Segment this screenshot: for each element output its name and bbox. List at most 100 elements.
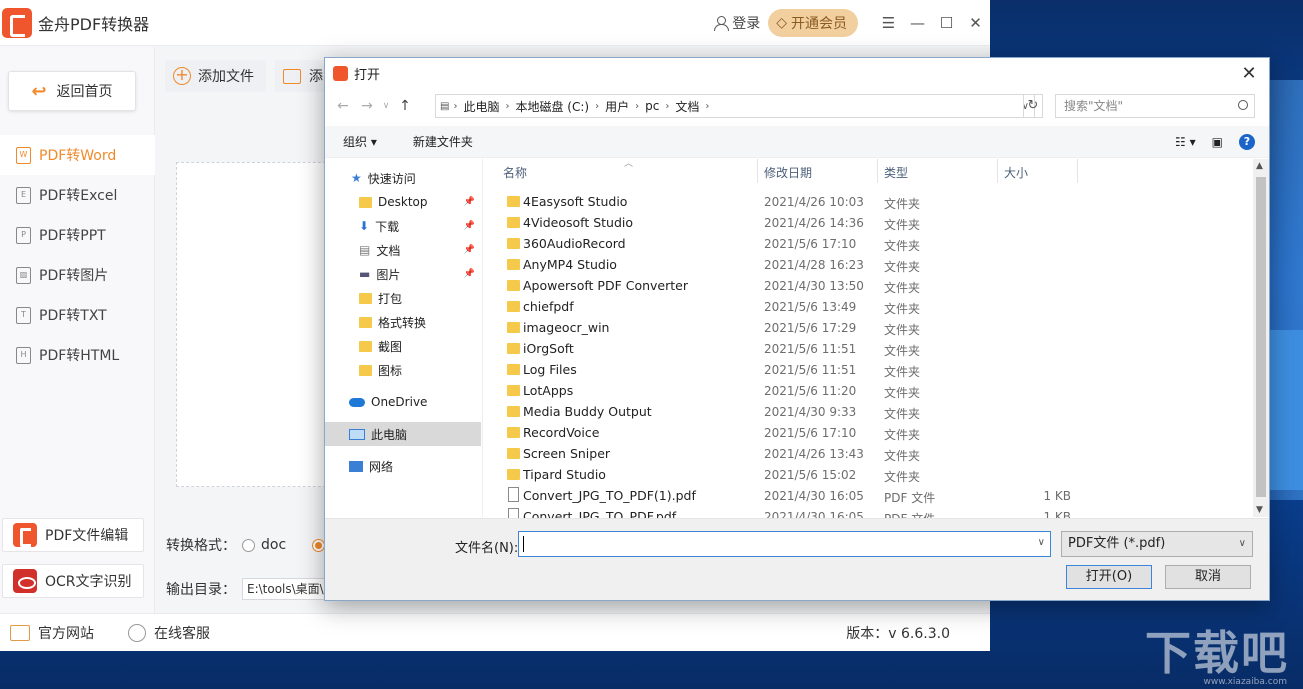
- breadcrumb-sep-icon: ›: [705, 101, 709, 112]
- file-row[interactable]: AnyMP4 Studio2021/4/28 16:23文件夹: [485, 254, 1245, 275]
- file-row[interactable]: 360AudioRecord2021/5/6 17:10文件夹: [485, 233, 1245, 254]
- breadcrumb-item[interactable]: 文档: [669, 98, 705, 115]
- forward-icon[interactable]: →: [355, 98, 379, 114]
- online-service-link[interactable]: 在线客服: [128, 623, 210, 643]
- up-icon[interactable]: ↑: [393, 98, 417, 114]
- column-divider[interactable]: [877, 159, 878, 183]
- sidebar-item-pdf-to-ppt[interactable]: P PDF转PPT: [0, 215, 155, 255]
- scrollbar-thumb[interactable]: [1256, 177, 1266, 497]
- tree-item-quick-access[interactable]: ★ 快速访问: [325, 166, 481, 190]
- file-row[interactable]: chiefpdf2021/5/6 13:49文件夹: [485, 296, 1245, 317]
- file-row[interactable]: Convert_JPG_TO_PDF(1).pdf2021/4/30 16:05…: [485, 485, 1245, 506]
- maximize-icon[interactable]: ☐: [932, 14, 961, 32]
- folder-icon: [359, 317, 372, 328]
- breadcrumb-item[interactable]: pc: [639, 99, 665, 113]
- view-options-icon[interactable]: ☷ ▾: [1175, 135, 1196, 149]
- pdf-edit-button[interactable]: PDF文件编辑: [2, 518, 144, 552]
- tree-item-folder[interactable]: 截图: [325, 334, 481, 358]
- format-radio-doc[interactable]: [242, 539, 255, 552]
- organize-button[interactable]: 组织 ▾: [325, 133, 395, 150]
- sidebar-item-pdf-to-image[interactable]: ▨ PDF转图片: [0, 255, 155, 295]
- tree-item-downloads[interactable]: ⬇ 下载 📌: [325, 214, 481, 238]
- desktop-window-glow: [1270, 330, 1303, 490]
- tree-item-folder[interactable]: 打包: [325, 286, 481, 310]
- column-size[interactable]: 大小: [1004, 164, 1028, 181]
- column-date[interactable]: 修改日期: [764, 164, 812, 181]
- pin-icon: 📌: [464, 221, 475, 231]
- tree-item-folder[interactable]: 格式转换: [325, 310, 481, 334]
- minimize-icon[interactable]: —: [903, 14, 932, 32]
- menu-icon[interactable]: ☰: [874, 14, 903, 32]
- html-doc-icon: H: [16, 347, 31, 364]
- file-row[interactable]: iOrgSoft2021/5/6 11:51文件夹: [485, 338, 1245, 359]
- file-type-select[interactable]: PDF文件 (*.pdf) ∨: [1061, 531, 1253, 557]
- new-folder-button[interactable]: 新建文件夹: [395, 133, 491, 150]
- cloud-icon: [349, 398, 365, 407]
- recent-dropdown-icon[interactable]: ∨: [379, 101, 393, 111]
- column-divider[interactable]: [997, 159, 998, 183]
- file-row[interactable]: 4Videosoft Studio2021/4/26 14:36文件夹: [485, 212, 1245, 233]
- breadcrumb-item[interactable]: 用户: [599, 98, 635, 115]
- tree-label: 文档: [376, 242, 400, 259]
- tree-item-desktop[interactable]: Desktop 📌: [325, 190, 481, 214]
- help-icon[interactable]: ?: [1239, 134, 1255, 150]
- sidebar-item-pdf-to-word[interactable]: W PDF转Word: [0, 135, 155, 175]
- file-name: RecordVoice: [523, 425, 599, 440]
- file-row[interactable]: Tipard Studio2021/5/6 15:02文件夹: [485, 464, 1245, 485]
- add-file-button[interactable]: + 添加文件: [165, 60, 266, 92]
- file-row[interactable]: RecordVoice2021/5/6 17:10文件夹: [485, 422, 1245, 443]
- file-row[interactable]: Media Buddy Output2021/4/30 9:33文件夹: [485, 401, 1245, 422]
- tree-item-network[interactable]: 网络: [325, 454, 481, 478]
- breadcrumb-item[interactable]: 本地磁盘 (C:): [509, 98, 595, 115]
- tree-item-pictures[interactable]: ▬ 图片 📌: [325, 262, 481, 286]
- file-row[interactable]: Screen Sniper2021/4/26 13:43文件夹: [485, 443, 1245, 464]
- sidebar-item-pdf-to-txt[interactable]: T PDF转TXT: [0, 295, 155, 335]
- file-type: 文件夹: [884, 321, 920, 338]
- drop-zone[interactable]: [176, 162, 336, 487]
- tree-item-documents[interactable]: ▤ 文档 📌: [325, 238, 481, 262]
- cancel-button[interactable]: 取消: [1165, 565, 1251, 589]
- tree-item-onedrive[interactable]: OneDrive: [325, 390, 481, 414]
- back-icon[interactable]: ←: [331, 98, 355, 114]
- column-name[interactable]: 名称: [503, 164, 527, 181]
- tree-item-folder[interactable]: 图标: [325, 358, 481, 382]
- breadcrumb-item[interactable]: 此电脑: [457, 98, 505, 115]
- sidebar-item-pdf-to-html[interactable]: H PDF转HTML: [0, 335, 155, 375]
- file-name: chiefpdf: [523, 299, 574, 314]
- official-site-link[interactable]: 官方网站: [10, 623, 94, 643]
- folder-icon: [359, 197, 372, 208]
- file-list-scrollbar[interactable]: ▲ ▼: [1253, 159, 1269, 517]
- home-button[interactable]: ↩ 返回首页: [8, 71, 136, 111]
- file-row[interactable]: imageocr_win2021/5/6 17:29文件夹: [485, 317, 1245, 338]
- file-row[interactable]: Apowersoft PDF Converter2021/4/30 13:50文…: [485, 275, 1245, 296]
- scroll-down-icon[interactable]: ▼: [1256, 505, 1263, 515]
- close-icon[interactable]: ✕: [961, 14, 990, 32]
- refresh-icon[interactable]: ↻: [1023, 94, 1043, 118]
- pin-icon: 📌: [464, 197, 475, 207]
- filename-dropdown-icon[interactable]: ∨: [1038, 537, 1045, 548]
- folder-icon: [507, 196, 520, 207]
- vip-button[interactable]: ◇ 开通会员: [768, 9, 858, 37]
- output-path-field[interactable]: E:\tools\桌面\: [242, 578, 337, 600]
- tree-item-this-pc[interactable]: 此电脑: [325, 422, 481, 446]
- search-placeholder: 搜索"文档": [1064, 99, 1123, 113]
- address-bar[interactable]: ▤ › 此电脑 › 本地磁盘 (C:) › 用户 › pc › 文档 › ∨: [435, 94, 1035, 118]
- column-divider[interactable]: [1077, 159, 1078, 183]
- folder-icon: [507, 427, 520, 438]
- file-date: 2021/5/6 11:51: [764, 342, 856, 356]
- scroll-up-icon[interactable]: ▲: [1256, 161, 1263, 171]
- ocr-button[interactable]: OCR文字识别: [2, 564, 144, 598]
- open-button[interactable]: 打开(O): [1066, 565, 1152, 589]
- column-type[interactable]: 类型: [884, 164, 908, 181]
- dialog-close-icon[interactable]: ✕: [1229, 63, 1269, 84]
- preview-pane-icon[interactable]: ▣: [1212, 135, 1223, 149]
- file-row[interactable]: Log Files2021/5/6 11:51文件夹: [485, 359, 1245, 380]
- search-input[interactable]: 搜索"文档": [1055, 94, 1255, 118]
- file-row[interactable]: LotApps2021/5/6 11:20文件夹: [485, 380, 1245, 401]
- login-button[interactable]: 登录: [714, 13, 760, 33]
- file-row[interactable]: 4Easysoft Studio2021/4/26 10:03文件夹: [485, 191, 1245, 212]
- filename-input[interactable]: ∨: [518, 531, 1051, 557]
- sidebar-item-pdf-to-excel[interactable]: E PDF转Excel: [0, 175, 155, 215]
- column-divider[interactable]: [757, 159, 758, 183]
- tree-label: 下载: [375, 218, 399, 235]
